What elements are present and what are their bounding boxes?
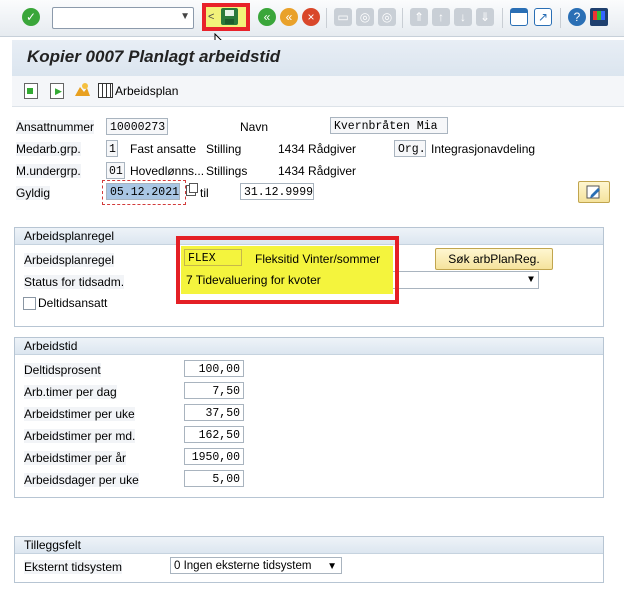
- medarb-grp-field[interactable]: 1: [106, 140, 118, 157]
- toolbar-separator: [560, 8, 561, 28]
- gyldig-from-field[interactable]: 05.12.2021: [106, 183, 180, 200]
- arbeidstid-field[interactable]: 5,00: [184, 470, 244, 487]
- application-toolbar: ▶ Arbeidsplan: [12, 76, 624, 107]
- title-bar: Kopier 0007 Planlagt arbeidstid: [12, 40, 624, 76]
- til-label: til: [200, 186, 209, 200]
- ansattnummer-label: Ansattnummer: [16, 120, 95, 134]
- edit-button[interactable]: [578, 181, 610, 203]
- ansattnummer-field[interactable]: 10000273: [106, 118, 168, 135]
- tilleggsfelt-group-header: Tilleggsfelt: [15, 536, 603, 554]
- navn-label: Navn: [240, 120, 269, 134]
- tidsystem-label: Eksternt tidsystem: [24, 560, 123, 574]
- deltid-label: Deltidsansatt: [38, 296, 108, 310]
- stillings-value: 1434 Rådgiver: [278, 164, 357, 178]
- arbeidsplan-icon[interactable]: [98, 83, 113, 98]
- command-field[interactable]: ▼: [52, 7, 194, 29]
- arbeidstid-field[interactable]: 1950,00: [184, 448, 244, 465]
- print-icon[interactable]: ▭: [334, 8, 352, 26]
- create-session-icon[interactable]: [510, 8, 528, 26]
- arbeidstid-label: Arbeidstimer per md.: [24, 429, 136, 443]
- arbeidsplanregel-group-title: Arbeidsplanregel: [24, 229, 115, 243]
- chevron-down-icon[interactable]: ▼: [180, 11, 190, 22]
- customize-layout-icon[interactable]: [590, 8, 608, 26]
- arbeidstid-field[interactable]: 162,50: [184, 426, 244, 443]
- tidsystem-value: 0 Ingen eksterne tidsystem: [174, 560, 312, 572]
- tidsystem-dropdown[interactable]: 0 Ingen eksterne tidsystem ▼: [170, 557, 342, 574]
- medarb-grp-text: Fast ansatte: [130, 142, 197, 156]
- copy-icon[interactable]: [186, 183, 198, 196]
- enter-icon[interactable]: ✓: [22, 8, 40, 26]
- mundergrp-field[interactable]: 01: [106, 162, 125, 179]
- exit-icon[interactable]: «: [280, 8, 298, 26]
- arbeidsplan-button-label[interactable]: Arbeidsplan: [115, 84, 178, 98]
- stillings-label: Stillings: [206, 164, 248, 178]
- toolbar-separator: [402, 8, 403, 28]
- arbeidstid-label: Arbeidstimer per år: [24, 451, 127, 465]
- navn-field[interactable]: Kvernbråten Mia: [330, 117, 448, 134]
- arbeidstid-field[interactable]: 37,50: [184, 404, 244, 421]
- prev-page-icon[interactable]: ↑: [432, 8, 450, 26]
- overview-icon[interactable]: [74, 82, 90, 98]
- back-icon[interactable]: «: [258, 8, 276, 26]
- arbeidstid-label: Deltidsprosent: [24, 363, 101, 377]
- org-value: Integrasjonavdeling: [431, 142, 536, 156]
- chevron-down-icon[interactable]: ▼: [327, 558, 337, 573]
- red-highlight-frame: [176, 236, 399, 304]
- status-label: Status for tidsadm.: [24, 275, 125, 289]
- cancel-icon[interactable]: ×: [302, 8, 320, 26]
- arbeidstid-group-header: Arbeidstid: [15, 337, 603, 355]
- shortcut-icon[interactable]: ↗: [534, 8, 552, 26]
- deltid-checkbox[interactable]: [23, 297, 36, 310]
- stilling-value: 1434 Rådgiver: [278, 142, 357, 156]
- first-page-icon[interactable]: ⇑: [410, 8, 428, 26]
- arbeidstid-group-title: Arbeidstid: [24, 339, 78, 353]
- arbeidstid-field[interactable]: 7,50: [184, 382, 244, 399]
- find-next-icon[interactable]: ◎: [378, 8, 396, 26]
- medarb-grp-label: Medarb.grp.: [16, 142, 81, 156]
- arbeidstid-label: Arbeidstimer per uke: [24, 407, 135, 421]
- gyldig-to-field[interactable]: 31.12.9999: [240, 183, 314, 200]
- mundergrp-text: Hovedlønns...: [130, 164, 205, 178]
- next-record-icon[interactable]: ▶: [50, 83, 64, 99]
- back-arrow-small: <: [208, 11, 215, 23]
- gyldig-label: Gyldig: [16, 186, 51, 200]
- help-icon[interactable]: ?: [568, 8, 586, 26]
- chevron-down-icon[interactable]: ▼: [528, 272, 534, 288]
- mundergrp-label: M.undergrp.: [16, 164, 81, 178]
- edit-icon: [586, 185, 600, 199]
- tilleggsfelt-group-title: Tilleggsfelt: [24, 538, 81, 552]
- find-icon[interactable]: ◎: [356, 8, 374, 26]
- page-title: Kopier 0007 Planlagt arbeidstid: [27, 47, 281, 66]
- arbeidstid-label: Arb.timer per dag: [24, 385, 117, 399]
- copy-record-icon[interactable]: [24, 83, 38, 99]
- org-label: Org.: [394, 140, 426, 157]
- last-page-icon[interactable]: ⇓: [476, 8, 494, 26]
- save-icon[interactable]: [221, 8, 238, 25]
- regel-label: Arbeidsplanregel: [24, 253, 115, 267]
- next-page-icon[interactable]: ↓: [454, 8, 472, 26]
- toolbar-separator: [326, 8, 327, 28]
- arbeidstid-field[interactable]: 100,00: [184, 360, 244, 377]
- search-arbplanreg-button[interactable]: Søk arbPlanReg.: [435, 248, 553, 270]
- stilling-label: Stilling: [206, 142, 242, 156]
- toolbar-separator: [502, 8, 503, 28]
- arbeidstid-label: Arbeidsdager per uke: [24, 473, 139, 487]
- system-toolbar: ✓ ▼ < « « × ▭ ◎ ◎ ⇑ ↑ ↓ ⇓ ↗ ?: [0, 0, 624, 50]
